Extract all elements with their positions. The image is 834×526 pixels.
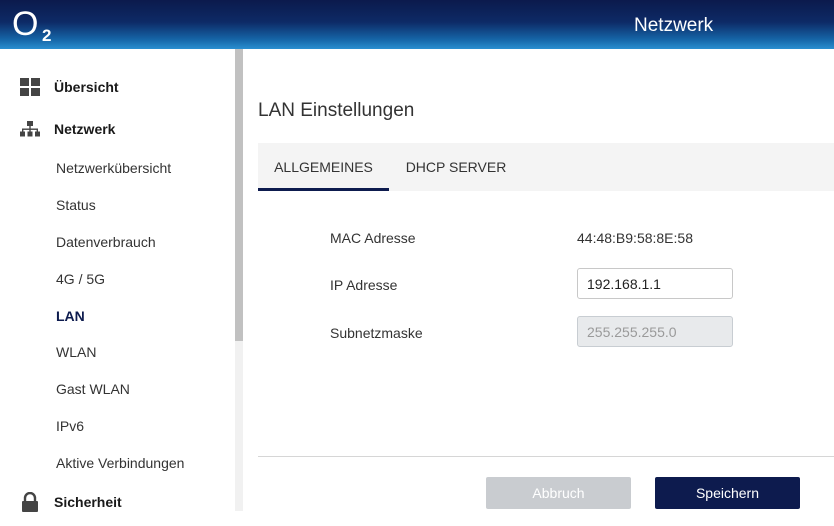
logo-letter: O [12, 5, 39, 43]
sidebar-subitem-wlan[interactable]: WLAN [56, 343, 96, 361]
mac-address-label: MAC Adresse [330, 230, 416, 246]
subnet-mask-input [577, 316, 733, 347]
top-header: O 2 Netzwerk [0, 0, 834, 49]
network-icon [20, 119, 40, 139]
o2-logo[interactable]: O 2 [12, 5, 58, 47]
save-button[interactable]: Speichern [655, 477, 800, 509]
sidebar: Übersicht Netzwerk Netzwerkübersicht Sta… [0, 49, 243, 526]
sidebar-subitem-lan[interactable]: LAN [56, 307, 85, 325]
sidebar-scrollbar[interactable] [235, 49, 243, 511]
sidebar-subitem-status[interactable]: Status [56, 196, 96, 214]
sidebar-item-label: Netzwerk [54, 121, 116, 137]
sidebar-subitem-netzwerkuebersicht[interactable]: Netzwerkübersicht [56, 159, 171, 177]
sidebar-subitem-datenverbrauch[interactable]: Datenverbrauch [56, 233, 156, 251]
header-title: Netzwerk [634, 15, 714, 36]
sidebar-item-label: Sicherheit [54, 494, 122, 510]
page-title: LAN Einstellungen [258, 100, 415, 121]
mac-address-value: 44:48:B9:58:8E:58 [577, 230, 693, 246]
tab-dhcp-server[interactable]: DHCP SERVER [389, 143, 523, 191]
ip-address-input[interactable] [577, 268, 733, 299]
logo-subscript: 2 [42, 26, 52, 45]
scrollbar-thumb[interactable] [235, 49, 243, 341]
subnet-mask-label: Subnetzmaske [330, 325, 423, 341]
sidebar-subitem-aktive-verbindungen[interactable]: Aktive Verbindungen [56, 454, 184, 472]
sidebar-item-uebersicht[interactable]: Übersicht [0, 68, 235, 106]
sidebar-subitem-4g-5g[interactable]: 4G / 5G [56, 270, 105, 288]
ip-address-label: IP Adresse [330, 277, 398, 293]
tab-bar: ALLGEMEINES DHCP SERVER [258, 143, 834, 191]
tab-allgemeines[interactable]: ALLGEMEINES [258, 143, 389, 191]
sidebar-item-netzwerk[interactable]: Netzwerk [0, 110, 235, 148]
sidebar-item-sicherheit[interactable]: Sicherheit [0, 483, 235, 521]
sidebar-item-label: Übersicht [54, 79, 119, 95]
sidebar-subitem-ipv6[interactable]: IPv6 [56, 417, 84, 435]
cancel-button[interactable]: Abbruch [486, 477, 631, 509]
lock-icon [20, 492, 40, 512]
sidebar-subitem-gast-wlan[interactable]: Gast WLAN [56, 380, 130, 398]
grid-icon [20, 77, 40, 97]
